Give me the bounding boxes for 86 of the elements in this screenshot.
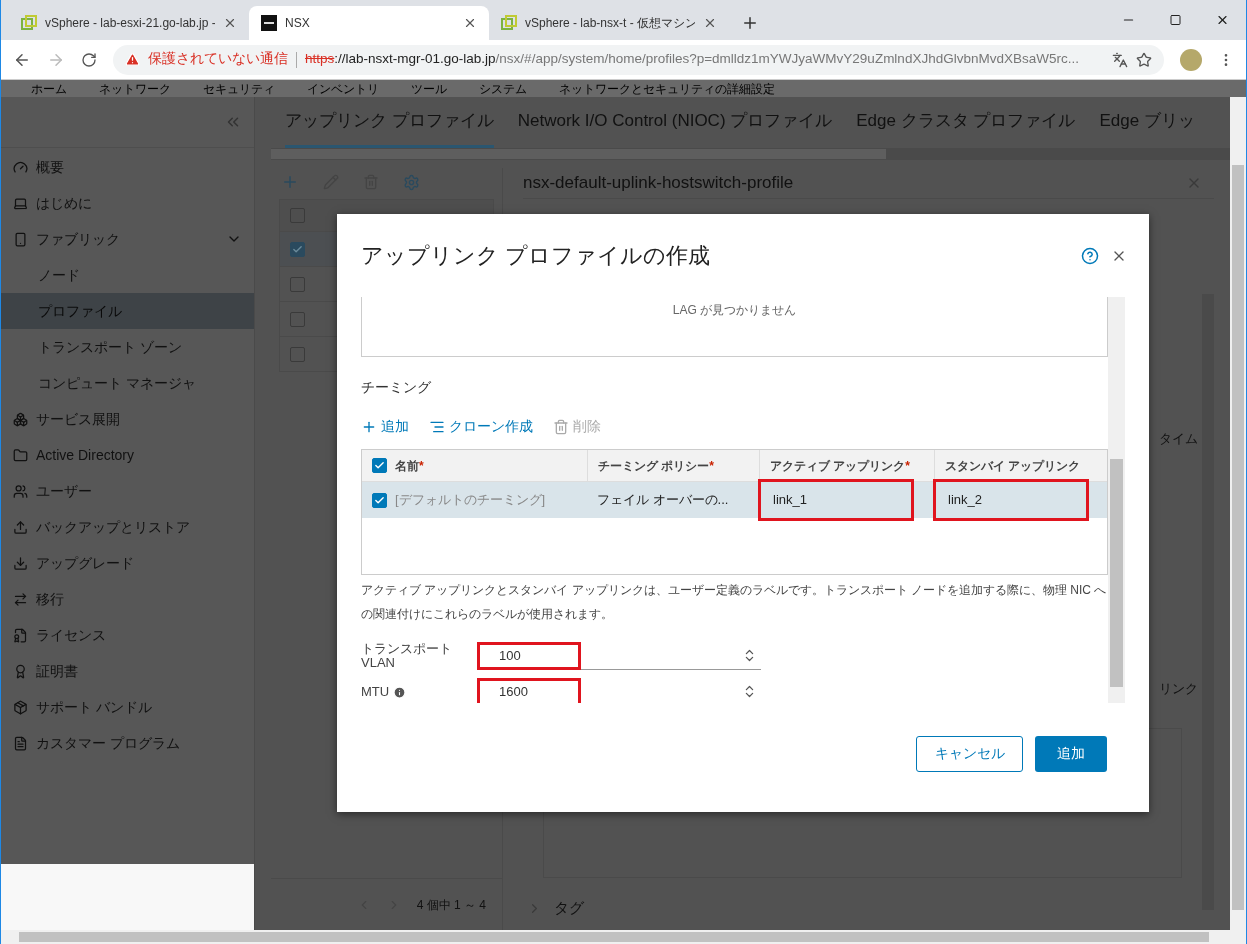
scrollbar[interactable] xyxy=(19,932,1209,942)
empty-message: LAG が見つかりません xyxy=(672,302,797,319)
certificate-icon xyxy=(13,627,28,643)
close-icon[interactable] xyxy=(703,16,717,30)
badge-icon xyxy=(13,663,28,679)
warning-icon xyxy=(125,52,140,67)
laptop-icon xyxy=(13,195,28,211)
number-field[interactable]: 100 xyxy=(477,642,761,670)
toolbar-button[interactable]: クローン作成 xyxy=(429,416,533,437)
browser-tab[interactable]: vSphere - lab-nsx-t - 仮想マシン xyxy=(489,6,729,40)
dialog-title: アップリンク プロファイルの作成 xyxy=(361,242,711,270)
column-header: チーミング ポリシー* xyxy=(598,457,714,475)
checkbox[interactable] xyxy=(290,276,305,292)
new-tab-icon[interactable] xyxy=(741,14,759,32)
document-icon xyxy=(13,735,28,751)
folder-icon xyxy=(13,447,28,463)
nav-link[interactable]: システム xyxy=(479,80,527,97)
scrollbar[interactable] xyxy=(1108,297,1125,703)
table-cell-text: [デフォルトのチーミング] xyxy=(395,491,546,510)
browser-tab[interactable]: vSphere - lab-esxi-21.go-lab.jp - xyxy=(9,6,249,40)
column-header: スタンバイ アップリンク xyxy=(945,457,1081,475)
checkmark-icon xyxy=(292,243,303,255)
table-cell: link_1 xyxy=(761,482,911,518)
translate-icon[interactable] xyxy=(1112,51,1128,68)
profile-title: nsx-default-uplink-hostswitch-profile xyxy=(523,172,794,195)
checkmark-icon xyxy=(374,460,385,471)
column-header: タイム xyxy=(1159,430,1198,448)
nav-link[interactable]: ホーム xyxy=(31,80,67,97)
toolbar-button[interactable]: 追加 xyxy=(361,416,409,437)
secondary-button[interactable]: キャンセル xyxy=(916,735,1023,772)
browser-tab[interactable]: NSX xyxy=(249,6,489,40)
help-text: アクティブ アップリンクとスタンバイ アップリンクは、ユーザー定義のラベルです。トランスポート ノードを追加する際に、物理 NIC への関連付けにこれらのラベルが使用されます。 xyxy=(361,582,1108,623)
table-cell: link_2 xyxy=(936,482,1086,518)
tab-favicon-icon xyxy=(21,15,37,31)
download-icon xyxy=(13,555,28,571)
number-field[interactable]: 1600 xyxy=(477,678,761,703)
package-icon xyxy=(13,699,28,715)
column-header: 名前* xyxy=(395,457,424,475)
field-value: 100 xyxy=(477,641,581,670)
table-cell-text: フェイル オーバーの... xyxy=(597,491,729,510)
nav-link[interactable]: ツール xyxy=(411,80,447,97)
reload-icon[interactable] xyxy=(81,51,97,68)
scrollbar[interactable] xyxy=(1232,165,1244,910)
trash-icon xyxy=(553,418,569,435)
address-bar[interactable]: 保護されていない通信 https://lab-nsxt-mgr-01.go-lab.jp/nsx/#/app/system/home/profiles?p=dmlldz1mYWJyaWMvY29uZmlndXJhdGlvbnMvdXBsaW5rc... xyxy=(113,44,1164,75)
primary-button[interactable]: 追加 xyxy=(1035,735,1107,772)
arrows-icon xyxy=(13,591,28,607)
field-label: MTU xyxy=(361,685,390,699)
tab-favicon-icon xyxy=(261,15,277,31)
checkmark-icon xyxy=(374,494,385,506)
nav-link[interactable]: セキュリティ xyxy=(203,80,275,97)
bookmark-star-icon[interactable] xyxy=(1136,51,1152,68)
add-icon[interactable] xyxy=(281,173,299,191)
column-header: アクティブ アップリンク* xyxy=(770,457,910,475)
security-warning: 保護されていない通信 xyxy=(148,50,288,69)
checkbox[interactable] xyxy=(290,311,305,327)
profile-tab[interactable]: Network I/O Control (NIOC) プロファイル xyxy=(517,97,833,148)
tab-favicon-icon xyxy=(501,15,517,31)
profile-tab[interactable]: Edge ブリッ xyxy=(1099,97,1195,148)
nav-link[interactable]: ネットワークとセキュリティの詳細設定 xyxy=(559,80,775,97)
profile-avatar[interactable] xyxy=(1180,48,1202,71)
checkbox[interactable] xyxy=(290,346,305,362)
phone-icon xyxy=(13,231,28,247)
field-value: 1600 xyxy=(477,677,581,703)
gauge-icon xyxy=(13,159,28,175)
section-title: チーミング xyxy=(361,378,431,397)
box-icon xyxy=(13,411,28,427)
column-header: リンク xyxy=(1159,679,1198,698)
checkbox[interactable] xyxy=(372,492,387,508)
url-text: https://lab-nsxt-mgr-01.go-lab.jp/nsx/#/app/system/home/profiles?p=dmlldz1mYWJyaWMvY29uZmlndXJhdGlvbnMvdXBsaW5rc... xyxy=(305,50,1079,69)
close-icon[interactable] xyxy=(463,16,477,30)
close-icon[interactable] xyxy=(223,16,237,30)
help-icon[interactable] xyxy=(1081,246,1099,265)
profile-tab[interactable]: Edge クラスタ プロファイル xyxy=(856,97,1076,148)
users-icon xyxy=(13,483,28,499)
table-row[interactable]: [デフォルトのチーミング] フェイル オーバーの... link_1 link_2 xyxy=(362,482,1107,518)
settings-icon[interactable] xyxy=(403,173,420,191)
pagination-text: 4 個中 1 ～ 4 xyxy=(416,896,486,914)
checkbox[interactable] xyxy=(290,241,305,257)
checkbox[interactable] xyxy=(372,458,387,473)
field-label: トランスポート VLAN xyxy=(361,642,453,670)
section-title: タグ xyxy=(554,897,584,918)
scrollbar[interactable] xyxy=(271,149,886,159)
nav-link[interactable]: ネットワーク xyxy=(99,80,171,97)
nav-link[interactable]: インベントリ xyxy=(307,80,379,97)
upload-icon xyxy=(13,519,28,535)
